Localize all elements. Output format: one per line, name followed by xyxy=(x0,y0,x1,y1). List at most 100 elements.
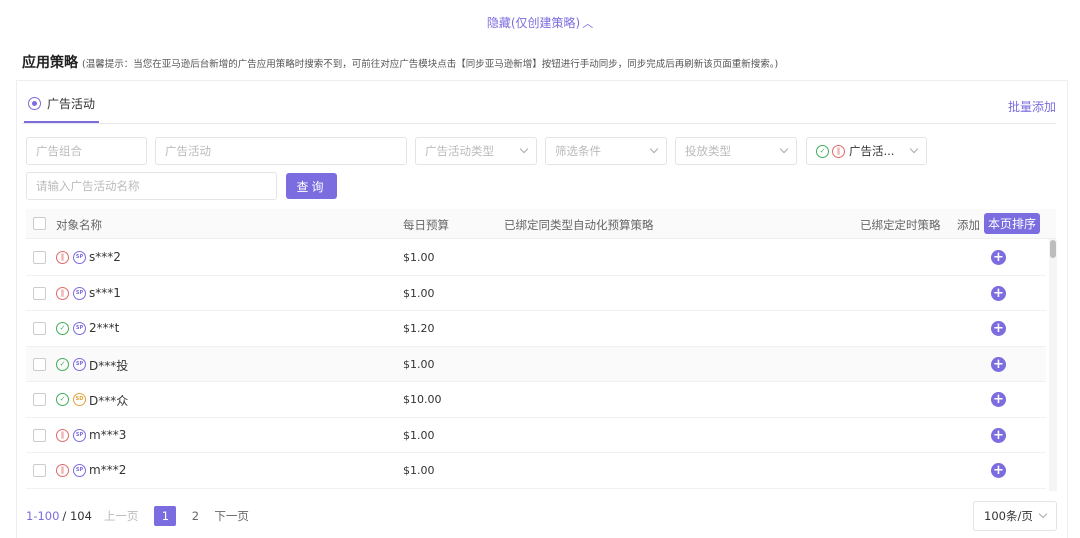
row-status-icons: ✓ SD xyxy=(56,393,86,406)
header-add: 添加 xyxy=(957,218,980,232)
row-name: D***投 xyxy=(89,358,129,373)
table-row[interactable]: ‖ SP s***1 $1.00 + xyxy=(26,276,1046,311)
table-scrollbar[interactable] xyxy=(1049,239,1057,491)
add-strategy-icon[interactable]: + xyxy=(991,392,1006,407)
page-2-button[interactable]: 2 xyxy=(184,506,206,526)
pagination-total: / 104 xyxy=(62,509,92,523)
page-1-button[interactable]: 1 xyxy=(154,506,177,526)
row-name: D***众 xyxy=(89,394,129,408)
chevron-down-icon xyxy=(909,144,919,154)
row-status-icons: ‖ SP xyxy=(56,428,86,442)
chevron-down-icon xyxy=(1038,509,1048,519)
tab-campaign-label: 广告活动 xyxy=(47,97,96,111)
chevron-down-icon xyxy=(779,144,789,154)
row-budget: $10.00 xyxy=(403,393,442,406)
header-name: 对象名称 xyxy=(56,218,102,232)
pause-circle-icon: ‖ xyxy=(56,464,69,477)
page-size-select[interactable]: 100条/页 xyxy=(973,501,1057,531)
row-status-icons: ‖ SP xyxy=(56,464,86,477)
filter-condition-placeholder: 筛选条件 xyxy=(555,144,601,158)
row-budget: $1.00 xyxy=(403,428,435,442)
ad-type-icon: SP xyxy=(73,464,86,477)
table-row[interactable]: ‖ SP m***2 $1.00 + xyxy=(26,453,1046,489)
row-checkbox[interactable] xyxy=(33,322,46,335)
row-name: s***1 xyxy=(89,285,121,300)
row-status-icons: ✓ SP xyxy=(56,322,86,335)
row-status-icons: ✓ SP xyxy=(56,357,86,371)
placement-type-select[interactable]: 投放类型 xyxy=(675,137,797,165)
chevron-down-icon xyxy=(649,144,659,154)
chevron-up-icon[interactable]: ︿ xyxy=(582,15,593,31)
campaign-input[interactable]: 广告活动 xyxy=(155,137,407,165)
table-header: 对象名称 每日预算 已绑定同类型自动化预算策略 已绑定定时策略 添加 本页排序 xyxy=(26,209,1056,239)
add-strategy-icon[interactable]: + xyxy=(991,321,1006,336)
add-strategy-icon[interactable]: + xyxy=(991,250,1006,265)
tab-campaign[interactable]: 广告活动 xyxy=(24,86,100,123)
page-size-value: 100条/页 xyxy=(984,509,1033,523)
campaign-name-placeholder: 请输入广告活动名称 xyxy=(36,179,140,193)
hide-toggle[interactable]: 隐藏(仅创建策略) ︿ xyxy=(0,14,1080,31)
add-strategy-icon[interactable]: + xyxy=(991,356,1006,372)
prev-page-button[interactable]: 上一页 xyxy=(104,508,139,524)
table-body: ‖ SP s***2 $1.00 + ‖ SP s***1 $1.00 + ✓ SP 2***t $1.2… xyxy=(26,240,1046,489)
check-circle-icon: ✓ xyxy=(56,393,69,406)
select-all-checkbox[interactable] xyxy=(33,217,46,230)
table-row[interactable]: ‖ SP s***2 $1.00 + xyxy=(26,240,1046,276)
add-strategy-icon[interactable]: + xyxy=(991,285,1006,301)
next-page-button[interactable]: 下一页 xyxy=(214,508,249,524)
filter-condition-select[interactable]: 筛选条件 xyxy=(545,137,667,165)
add-strategy-icon[interactable]: + xyxy=(991,463,1006,478)
header-timed-strategy: 已绑定定时策略 xyxy=(860,218,941,232)
table-row[interactable]: ✓ SP D***投 $1.00 + xyxy=(26,346,1046,382)
ad-type-icon: SP xyxy=(73,322,86,335)
pagination: 1-100 / 104 上一页 1 2 下一页 xyxy=(26,506,249,526)
row-checkbox[interactable] xyxy=(33,357,46,371)
ad-type-icon: SD xyxy=(73,393,86,406)
row-budget: $1.00 xyxy=(403,464,435,477)
batch-add-link[interactable]: 批量添加 xyxy=(1008,98,1056,115)
placement-type-placeholder: 投放类型 xyxy=(685,144,731,158)
row-budget: $1.00 xyxy=(403,286,435,300)
campaign-name-input[interactable]: 请输入广告活动名称 xyxy=(26,172,277,200)
check-circle-icon: ✓ xyxy=(816,144,829,158)
pause-circle-icon: ‖ xyxy=(56,251,69,264)
row-name: 2***t xyxy=(89,321,120,335)
section-hint: (温馨提示：当您在亚马逊后台新增的广告应用策略时搜索不到，可前往对应广告模块点击… xyxy=(82,59,779,70)
campaign-placeholder: 广告活动 xyxy=(165,144,211,158)
row-checkbox[interactable] xyxy=(33,286,46,300)
row-checkbox[interactable] xyxy=(33,428,46,442)
status-select[interactable]: ✓ ‖ 广告活... xyxy=(806,137,927,165)
table-row[interactable]: ‖ SP m***3 $1.00 + xyxy=(26,418,1046,453)
ad-group-placeholder: 广告组合 xyxy=(36,144,82,158)
row-name: m***3 xyxy=(89,427,127,442)
radio-selected-icon[interactable] xyxy=(28,97,41,110)
campaign-type-select[interactable]: 广告活动类型 xyxy=(415,137,537,165)
header-auto-strategy: 已绑定同类型自动化预算策略 xyxy=(504,218,654,232)
check-circle-icon: ✓ xyxy=(56,322,69,335)
row-budget: $1.00 xyxy=(403,357,435,371)
add-strategy-icon[interactable]: + xyxy=(991,427,1006,443)
ad-type-icon: SP xyxy=(73,428,86,442)
sort-page-button[interactable]: 本页排序 xyxy=(984,213,1040,234)
ad-type-icon: SP xyxy=(73,286,86,300)
row-budget: $1.00 xyxy=(403,251,435,264)
row-status-icons: ‖ SP xyxy=(56,286,86,300)
row-name: m***2 xyxy=(89,463,127,477)
row-checkbox[interactable] xyxy=(33,251,46,264)
tab-bar: 广告活动 批量添加 xyxy=(22,86,1056,124)
section-title: 应用策略 xyxy=(22,55,78,71)
row-checkbox[interactable] xyxy=(33,464,46,477)
pause-circle-icon: ‖ xyxy=(56,428,69,442)
hide-toggle-label[interactable]: 隐藏(仅创建策略) xyxy=(487,16,580,30)
header-budget: 每日预算 xyxy=(403,218,449,232)
table-row[interactable]: ✓ SP 2***t $1.20 + xyxy=(26,311,1046,347)
query-button[interactable]: 查询 xyxy=(286,173,337,199)
ad-group-input[interactable]: 广告组合 xyxy=(26,137,147,165)
chevron-down-icon xyxy=(519,144,529,154)
pause-circle-icon: ‖ xyxy=(832,144,845,158)
table-row[interactable]: ✓ SD D***众 $10.00 + xyxy=(26,382,1046,418)
row-name: s***2 xyxy=(89,250,121,264)
row-budget: $1.20 xyxy=(403,322,435,335)
row-checkbox[interactable] xyxy=(33,393,46,406)
scrollbar-thumb[interactable] xyxy=(1050,240,1056,258)
